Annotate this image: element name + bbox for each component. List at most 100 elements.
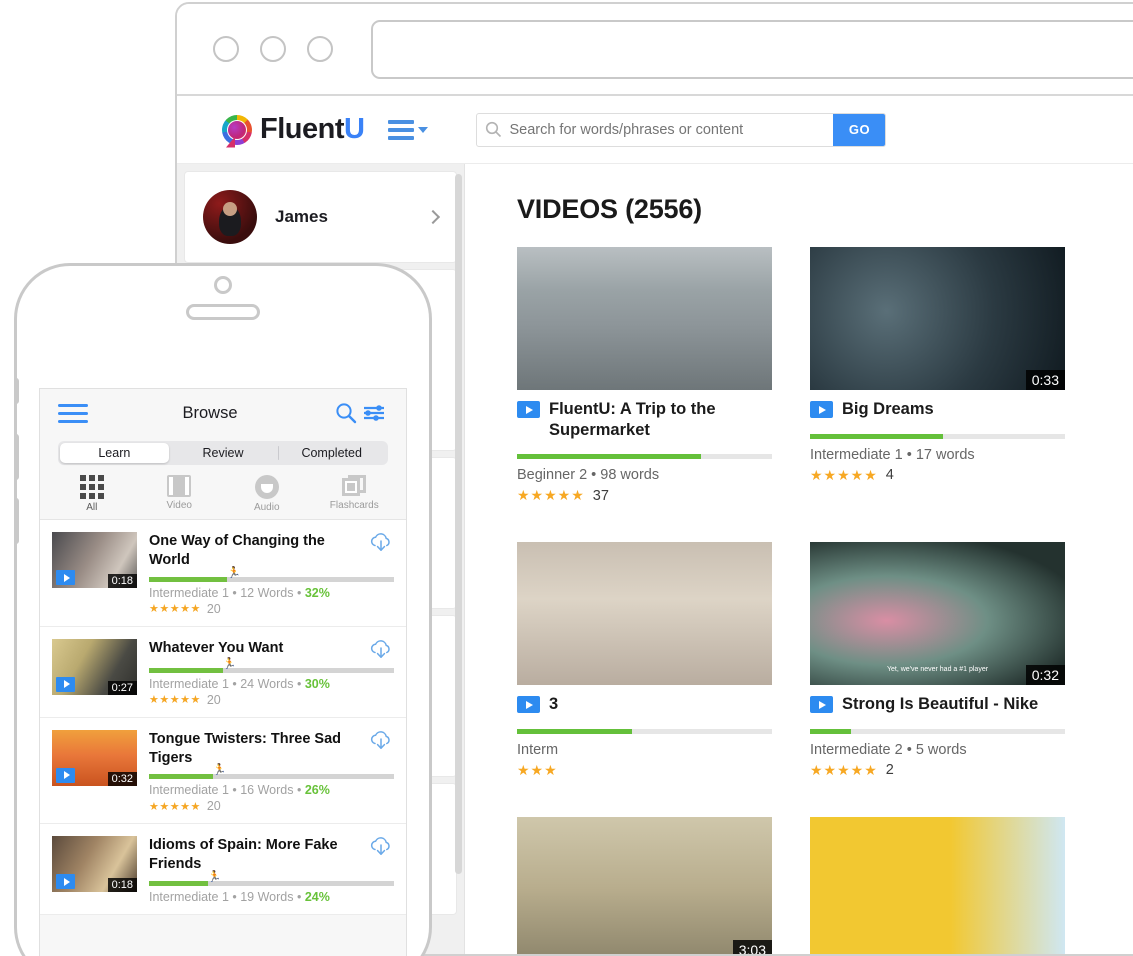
play-icon [56, 570, 75, 585]
phone-title: Browse [88, 404, 332, 423]
phone-screen: Browse LearnReviewCompleted AllV [39, 388, 407, 956]
rating-row: ★★★★★2 [810, 762, 1065, 779]
video-thumbnail[interactable]: 0:33 [810, 247, 1065, 390]
minimize-button[interactable] [260, 36, 286, 62]
segment-learn[interactable]: Learn [60, 443, 169, 463]
item-thumbnail[interactable]: 0:18 [52, 836, 137, 892]
item-thumbnail[interactable]: 0:27 [52, 639, 137, 695]
phone-volume-down [14, 498, 19, 544]
main-content: VIDEOS (2556) FluentU: A Trip to the Sup… [465, 164, 1133, 954]
video-card[interactable]: 3:03Why Do We Live?Intermediate 2 • 16 w… [517, 817, 772, 954]
video-thumbnail[interactable] [810, 817, 1065, 954]
phone-hamburger-icon[interactable] [58, 404, 88, 423]
item-thumbnail[interactable]: 0:32 [52, 730, 137, 786]
segment-review[interactable]: Review [169, 443, 278, 463]
cloud-download-icon [368, 836, 394, 858]
phone-tab-audio[interactable]: Audio [223, 475, 311, 513]
video-thumbnail[interactable] [517, 247, 772, 390]
progress-bar: 🏃 [149, 881, 394, 886]
search-icon [477, 114, 509, 146]
video-title[interactable]: 3 [517, 694, 772, 715]
item-title-row: One Way of Changing the World [149, 532, 394, 570]
main-menu-button[interactable] [388, 120, 428, 140]
list-item[interactable]: 0:32 Tongue Twisters: Three Sad Tigers🏃 In… [40, 718, 406, 825]
list-item[interactable]: 0:18 One Way of Changing the World🏃Interm… [40, 520, 406, 627]
sidebar-scrollbar[interactable] [455, 174, 462, 874]
phone-tab-flashcards[interactable]: Flashcards [311, 475, 399, 513]
item-title: Tongue Twisters: Three Sad Tigers [149, 730, 362, 768]
play-icon [517, 401, 540, 418]
phone-tab-label: All [86, 502, 97, 513]
rating-row: ★★★★★4 [810, 467, 1065, 484]
rating-count: 4 [886, 467, 894, 483]
chevron-right-icon[interactable] [426, 210, 440, 224]
download-button[interactable] [368, 639, 394, 661]
fluentu-logo-icon [222, 115, 252, 145]
item-thumbnail[interactable]: 0:18 [52, 532, 137, 588]
progress-bar: 🏃 [149, 668, 394, 673]
profile-card[interactable]: James [185, 172, 456, 262]
close-button[interactable] [213, 36, 239, 62]
item-meta: Intermediate 1 • 16 Words • 26% [149, 783, 394, 797]
item-title-row: Whatever You Want [149, 639, 394, 661]
video-thumbnail[interactable]: 3:03 [517, 817, 772, 954]
video-grid: FluentU: A Trip to the Supermarket Beginn… [517, 247, 1133, 954]
phone-search-icon[interactable] [332, 402, 360, 424]
item-duration: 0:18 [108, 574, 137, 588]
url-bar[interactable] [371, 20, 1133, 79]
video-title[interactable]: Strong Is Beautiful - Nike [810, 694, 1065, 715]
star-rating: ★★★★★ [149, 602, 201, 615]
item-info: One Way of Changing the World🏃Intermedia… [149, 532, 394, 616]
video-card[interactable]: 0:33Big DreamsIntermediate 1 • 17 words★… [810, 247, 1065, 504]
download-button[interactable] [368, 836, 394, 858]
phone-speaker [186, 304, 260, 320]
cloud-download-icon [368, 639, 394, 661]
segment-divider [278, 446, 279, 460]
item-percent: 30% [305, 677, 330, 691]
search-input[interactable] [509, 114, 833, 146]
maximize-button[interactable] [307, 36, 333, 62]
screenshot-root: FluentU GO J [0, 0, 1133, 956]
video-duration: 3:03 [733, 940, 772, 954]
item-meta-text: Intermediate 1 • 24 Words • [149, 677, 305, 691]
phone-filter-icon[interactable] [360, 404, 388, 422]
runner-icon: 🏃 [213, 765, 227, 776]
play-icon [56, 874, 75, 889]
phone-category-tabs: All Video AudioFlashcards [40, 465, 406, 519]
video-title[interactable]: Big Dreams [810, 399, 1065, 420]
profile-name: James [275, 207, 410, 227]
list-item[interactable]: 0:27 Whatever You Want 🏃 Intermediate 1 • 2… [40, 627, 406, 718]
video-thumbnail[interactable]: Yet, we've never had a #1 player0:32 [810, 542, 1065, 685]
rating-count: 37 [593, 488, 609, 504]
video-title-text: 3 [549, 694, 558, 715]
list-item[interactable]: 0:18Idioms of Spain: More Fake Friends🏃I… [40, 824, 406, 915]
thumbnail-image [810, 247, 1065, 390]
play-icon [56, 768, 75, 783]
video-card[interactable]: 3Interm★★★ [517, 542, 772, 779]
download-button[interactable] [368, 532, 394, 554]
progress-bar [517, 729, 772, 734]
rating-count: 20 [207, 602, 221, 616]
star-rating: ★★★★★ [810, 762, 878, 779]
traffic-lights [213, 36, 333, 62]
video-title[interactable]: FluentU: A Trip to the Supermarket [517, 399, 772, 440]
video-card[interactable]: WBegin [810, 817, 1065, 954]
video-thumbnail[interactable] [517, 542, 772, 685]
video-card[interactable]: FluentU: A Trip to the Supermarket Beginn… [517, 247, 772, 504]
download-button[interactable] [368, 730, 394, 752]
thumbnail-image [517, 542, 772, 685]
star-rating: ★★★ [517, 762, 558, 779]
item-rating-row: ★★★★★20 [149, 799, 394, 813]
item-meta-text: Intermediate 1 • 16 Words • [149, 783, 305, 797]
phone-tab-label: Video [167, 500, 192, 511]
phone-content-list: 0:18One Way of Changing the World🏃Interm… [40, 519, 406, 915]
search-go-button[interactable]: GO [833, 114, 885, 146]
video-card[interactable]: Yet, we've never had a #1 player0:32 Stro… [810, 542, 1065, 779]
profile-row[interactable]: James [185, 172, 456, 262]
fluentu-logo[interactable]: FluentU [222, 113, 364, 146]
phone-tab-all[interactable]: All [48, 475, 136, 513]
segment-completed[interactable]: Completed [277, 443, 386, 463]
video-meta: Beginner 2 • 98 words [517, 467, 772, 483]
video-duration: 0:33 [1026, 370, 1065, 390]
phone-tab-video[interactable]: Video [136, 475, 224, 513]
